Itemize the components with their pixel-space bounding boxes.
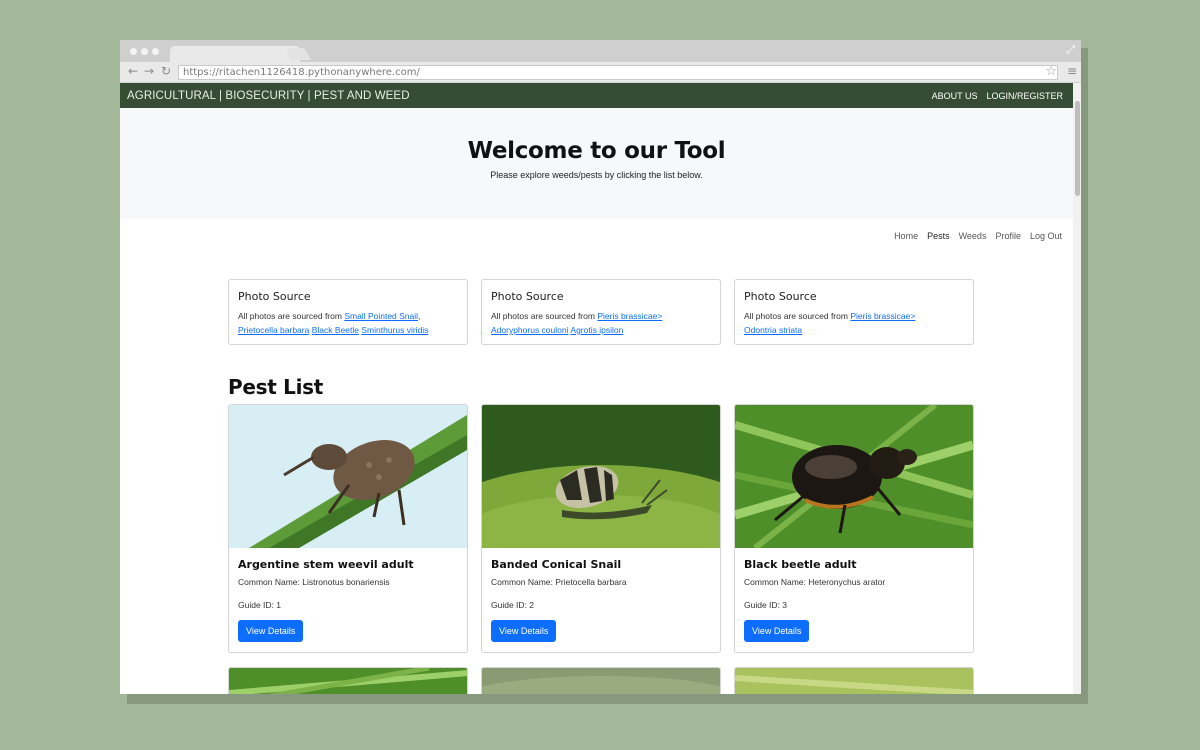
pest-card-title[interactable]: Banded Conical Snail — [491, 558, 711, 571]
pest-guide-id: Guide ID: 1 — [238, 600, 281, 610]
source-card-text: All photos are sourced from Pieris brass… — [744, 309, 964, 337]
pest-card: Argentine stem weevil adult Common Name:… — [228, 404, 468, 653]
source-card-text: All photos are sourced from Pieris brass… — [491, 309, 711, 337]
beetle-photo — [735, 405, 973, 548]
bookmark-star-icon[interactable]: ☆ — [1045, 64, 1057, 79]
pest-card-body: Black beetle adult Common Name: Heterony… — [735, 548, 973, 652]
pest-card: Black beetle adult Common Name: Heterony… — [734, 404, 974, 653]
source-link[interactable]: Pieris brassicae> — [597, 311, 662, 321]
browser-menu-icon[interactable]: ≡ — [1067, 64, 1077, 78]
pest-common-name: Common Name: Heteronychus arator — [744, 577, 886, 587]
close-dot[interactable] — [130, 48, 137, 55]
pest-guide-id: Guide ID: 2 — [491, 600, 534, 610]
login-register-link[interactable]: LOGIN/REGISTER — [986, 91, 1063, 101]
nav-logout[interactable]: Log Out — [1030, 231, 1062, 241]
pest-card: Banded Conical Snail Common Name: Prieto… — [481, 404, 721, 653]
fullscreen-icon[interactable]: ⤢ — [1066, 43, 1075, 57]
site-brand[interactable]: AGRICULTURAL | BIOSECURITY | PEST AND WE… — [127, 90, 410, 102]
view-details-button[interactable]: View Details — [238, 620, 304, 642]
about-us-link[interactable]: ABOUT US — [932, 91, 978, 101]
scroll-thumb[interactable] — [1075, 101, 1080, 196]
pest-card-body: Argentine stem weevil adult Common Name:… — [229, 548, 467, 652]
pest-common-name: Common Name: Prietocella barbara — [491, 577, 627, 587]
view-details-button[interactable]: View Details — [744, 620, 810, 642]
source-link[interactable]: Sminthurus viridis — [361, 325, 428, 335]
source-link[interactable]: Adoryphorus couloni — [491, 325, 569, 335]
pest-card-body: Banded Conical Snail Common Name: Prieto… — [482, 548, 720, 652]
forward-icon[interactable]: → — [144, 64, 154, 78]
top-navbar: AGRICULTURAL | BIOSECURITY | PEST AND WE… — [120, 83, 1073, 108]
source-link[interactable]: Odontria striata — [744, 325, 802, 335]
top-nav-links: ABOUT US LOGIN/REGISTER — [932, 91, 1063, 101]
view-details-button[interactable]: View Details — [491, 620, 557, 642]
page-title: Welcome to our Tool — [467, 138, 726, 164]
pest-card-partial — [228, 667, 468, 694]
hero-subtitle: Please explore weeds/pests by clicking t… — [490, 170, 703, 180]
nav-weeds[interactable]: Weeds — [959, 231, 987, 241]
browser-tab[interactable] — [170, 46, 300, 62]
back-icon[interactable]: ← — [128, 64, 138, 78]
window-controls — [130, 48, 159, 55]
nav-profile[interactable]: Profile — [995, 231, 1021, 241]
pest-card-partial — [481, 667, 721, 694]
source-link[interactable]: Pieris brassicae> — [850, 311, 915, 321]
source-card-title: Photo Source — [744, 290, 817, 303]
source-card-text: All photos are sourced from Small Pointe… — [238, 311, 429, 335]
pest-list-heading: Pest List — [228, 375, 324, 399]
source-link[interactable]: Agrotis ipsilon — [570, 325, 623, 335]
page-viewport: AGRICULTURAL | BIOSECURITY | PEST AND WE… — [120, 83, 1081, 694]
address-bar-row: ← → ↻ https://ritachen1126418.pythonanyw… — [120, 62, 1081, 83]
weevil-photo — [229, 405, 467, 548]
source-prefix: All photos are sourced from — [238, 311, 342, 321]
browser-tabbar: ⤢ — [120, 40, 1081, 62]
reload-icon[interactable]: ↻ — [161, 64, 171, 78]
nav-home[interactable]: Home — [894, 231, 918, 241]
snail-photo — [482, 405, 720, 548]
source-link[interactable]: Prietocella barbara — [238, 325, 309, 335]
secondary-nav: Home Pests Weeds Profile Log Out — [894, 231, 1062, 241]
source-prefix: All photos are sourced from — [491, 311, 595, 321]
source-prefix: All photos are sourced from — [744, 311, 848, 321]
pest-card-title[interactable]: Argentine stem weevil adult — [238, 558, 458, 571]
source-card-title: Photo Source — [491, 290, 564, 303]
minimize-dot[interactable] — [141, 48, 148, 55]
photo-source-card: Photo Source All photos are sourced from… — [734, 279, 974, 345]
source-link[interactable]: Small Pointed Snail — [344, 311, 418, 321]
hero-section: Welcome to our Tool Please explore weeds… — [120, 108, 1073, 219]
maximize-dot[interactable] — [152, 48, 159, 55]
source-link[interactable]: Black Beetle — [312, 325, 359, 335]
source-card-title: Photo Source — [238, 290, 311, 303]
pest-guide-id: Guide ID: 3 — [744, 600, 787, 610]
pest-card-partial — [734, 667, 974, 694]
photo-source-card: Photo Source All photos are sourced from… — [228, 279, 468, 345]
new-tab-button[interactable] — [285, 48, 311, 60]
browser-window: ⤢ ← → ↻ https://ritachen1126418.pythonan… — [120, 40, 1081, 694]
url-field[interactable]: https://ritachen1126418.pythonanywhere.c… — [178, 65, 1058, 80]
page-scrollbar[interactable] — [1073, 83, 1081, 694]
photo-source-card: Photo Source All photos are sourced from… — [481, 279, 721, 345]
pest-common-name: Common Name: Listronotus bonariensis — [238, 577, 390, 587]
pest-card-title[interactable]: Black beetle adult — [744, 558, 964, 571]
nav-pests[interactable]: Pests — [927, 231, 950, 241]
